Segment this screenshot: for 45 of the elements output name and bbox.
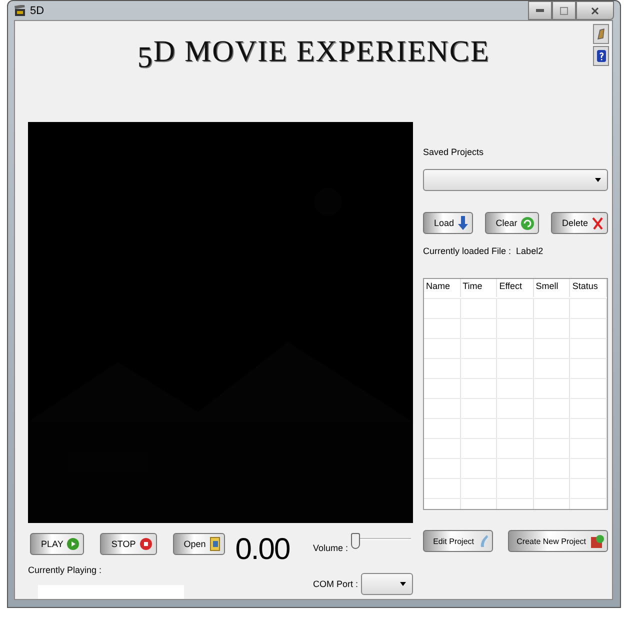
help-button[interactable] (593, 46, 609, 66)
com-port-dropdown[interactable] (361, 573, 413, 595)
column-header: Status (570, 279, 607, 297)
minimize-button[interactable] (528, 1, 552, 20)
player-button[interactable]: Open (172, 533, 225, 555)
document-icon (210, 537, 220, 551)
refresh-icon (521, 216, 534, 230)
new-project-icon (591, 534, 604, 548)
loaded-file-label: Currently loaded File : (423, 246, 512, 256)
loaded-file-value: Label2 (516, 246, 544, 256)
window-title: 5D (30, 4, 44, 16)
clapperboard-icon (14, 4, 26, 16)
column-header: Effect (497, 279, 534, 297)
close-button[interactable] (576, 1, 614, 20)
dropdown-arrow-icon (400, 582, 406, 586)
close-icon (591, 6, 599, 14)
info-button[interactable] (593, 24, 609, 44)
maximize-button[interactable] (552, 1, 576, 20)
project-button[interactable]: Delete (550, 212, 608, 234)
player-button[interactable]: PLAY (30, 533, 84, 555)
play-icon (67, 538, 80, 550)
currently-playing-label: Currently Playing : (28, 565, 103, 575)
saved-projects-label: Saved Projects (423, 147, 485, 157)
maximize-icon (560, 6, 568, 14)
volume-label: Volume : (312, 543, 348, 553)
column-header: Time (460, 279, 498, 297)
pen-icon (597, 28, 605, 40)
stop-icon (140, 538, 152, 550)
com-port-label: COM Port : (312, 579, 358, 589)
minimize-icon (536, 8, 544, 12)
delete-x-icon (592, 216, 603, 230)
time-display: 0.00 (235, 533, 291, 568)
project-button[interactable]: Clear (484, 212, 540, 234)
down-arrow-icon (458, 216, 468, 230)
slider-thumb[interactable] (351, 533, 360, 549)
player-button[interactable]: STOP (100, 533, 157, 555)
brush-icon (479, 534, 489, 548)
project-action-button[interactable]: Create New Project (508, 530, 608, 552)
project-action-button[interactable]: Edit Project (423, 530, 493, 552)
column-header: Smell (534, 279, 570, 297)
column-header: Name (424, 279, 461, 297)
saved-projects-dropdown[interactable] (423, 169, 608, 191)
project-button[interactable]: Load (423, 212, 474, 234)
help-icon (596, 50, 606, 62)
dropdown-arrow-icon (595, 178, 601, 182)
